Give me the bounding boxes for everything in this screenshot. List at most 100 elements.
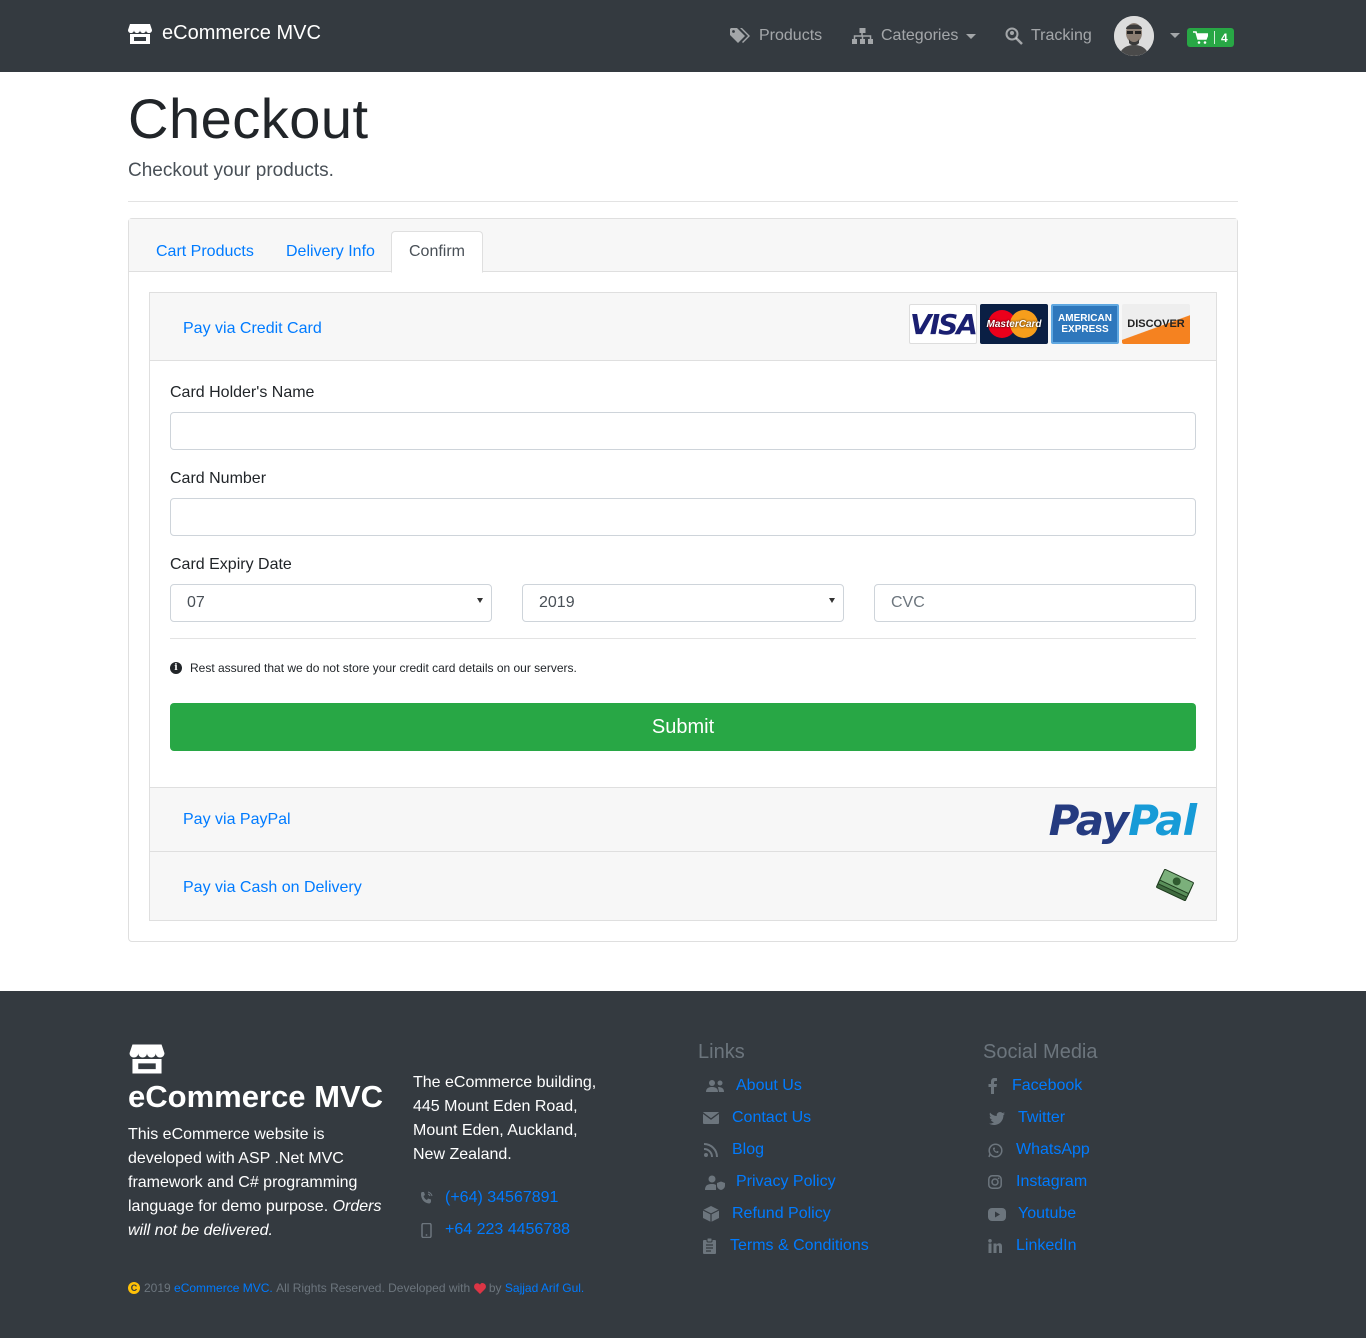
- footer-link-label: Terms & Conditions: [730, 1237, 869, 1254]
- tab-cart-products[interactable]: Cart Products: [139, 231, 271, 272]
- address-line: The eCommerce building,: [413, 1074, 597, 1091]
- chevron-down-icon: [829, 598, 835, 603]
- pay-cod-link[interactable]: Pay via Cash on Delivery: [183, 879, 362, 897]
- discover-text: DISCOVER: [1127, 318, 1185, 330]
- footer-mobile-link[interactable]: +64 223 4456788: [420, 1221, 570, 1239]
- nav-tracking-label: Tracking: [1031, 27, 1092, 44]
- cart-icon: [1193, 31, 1208, 44]
- footer-link-label: Refund Policy: [732, 1205, 831, 1222]
- paypal-logo-icon: PayPal: [1049, 796, 1197, 845]
- navbar: eCommerce MVC Products Categories Tracki…: [0, 0, 1366, 72]
- avatar-dropdown-icon[interactable]: [1170, 33, 1180, 38]
- copyright-text: All Rights Reserved. Developed with: [276, 1281, 471, 1295]
- brand-link[interactable]: eCommerce MVC: [128, 22, 321, 45]
- pay-paypal-link[interactable]: Pay via PayPal: [183, 811, 291, 829]
- expiry-date-label: Card Expiry Date: [170, 556, 292, 573]
- instagram-icon: [988, 1175, 1002, 1189]
- money-icon: [1156, 869, 1194, 901]
- box-icon: [703, 1206, 719, 1222]
- mastercard-logo-icon: MasterCard: [980, 304, 1048, 344]
- social-label: Twitter: [1018, 1109, 1066, 1126]
- footer-link-label: About Us: [736, 1077, 802, 1094]
- copyright-brand-link[interactable]: eCommerce MVC.: [174, 1281, 273, 1295]
- cvc-placeholder: CVC: [891, 594, 925, 611]
- nav-tracking[interactable]: Tracking: [1005, 24, 1092, 48]
- linkedin-icon: [988, 1239, 1002, 1253]
- copyright-year: 2019: [144, 1281, 171, 1295]
- holder-name-input[interactable]: [170, 412, 1196, 450]
- nav-categories[interactable]: Categories: [852, 24, 977, 48]
- expiry-year-select[interactable]: 2019: [522, 584, 844, 622]
- footer-link-refund[interactable]: Refund Policy: [700, 1205, 831, 1223]
- sitemap-icon: [852, 28, 873, 44]
- visa-text: VISA: [910, 307, 978, 341]
- rss-icon: [704, 1143, 718, 1157]
- cart-count: 4: [1221, 30, 1228, 45]
- search-location-icon: [1005, 27, 1023, 45]
- page-subtitle: Checkout your products.: [128, 160, 334, 181]
- expiry-month-select[interactable]: 07: [170, 584, 492, 622]
- security-note: i Rest assured that we do not store your…: [170, 661, 577, 675]
- payment-accordion: Pay via Credit Card VISA MasterCard AMER…: [149, 292, 1217, 921]
- copyright-by: by: [488, 1281, 502, 1295]
- page-title: Checkout: [128, 87, 369, 150]
- social-instagram[interactable]: Instagram: [984, 1173, 1087, 1191]
- address-line: New Zealand.: [413, 1146, 512, 1163]
- paypal-logo-pal: Pal: [1128, 796, 1197, 845]
- cart-button[interactable]: 4: [1187, 28, 1234, 47]
- footer: eCommerce MVC This eCommerce website is …: [0, 991, 1366, 1338]
- footer-desc-text: This eCommerce website is developed with…: [128, 1126, 358, 1215]
- footer-link-label: Privacy Policy: [736, 1173, 836, 1190]
- social-facebook[interactable]: Facebook: [982, 1077, 1082, 1095]
- clipboard-icon: [702, 1238, 716, 1254]
- expiry-year-value: 2019: [539, 594, 575, 611]
- social-linkedin[interactable]: LinkedIn: [984, 1237, 1077, 1255]
- address-line: Mount Eden, Auckland,: [413, 1122, 578, 1139]
- chevron-down-icon: [966, 33, 977, 39]
- user-photo-icon: [1114, 16, 1154, 56]
- footer-link-label: Contact Us: [732, 1109, 812, 1126]
- credit-card-panel-header[interactable]: Pay via Credit Card VISA MasterCard AMER…: [150, 293, 1216, 361]
- card-number-input[interactable]: [170, 498, 1196, 536]
- social-youtube[interactable]: Youtube: [986, 1205, 1076, 1223]
- whatsapp-icon: [987, 1142, 1003, 1158]
- nav-categories-label: Categories: [881, 27, 959, 44]
- header-divider: [128, 201, 1238, 202]
- tab-confirm[interactable]: Confirm: [391, 231, 484, 273]
- cod-panel-header[interactable]: Pay via Cash on Delivery: [150, 852, 1216, 920]
- social-heading: Social Media: [983, 1041, 1098, 1063]
- footer-phone-link[interactable]: (+64) 34567891: [420, 1189, 558, 1207]
- social-whatsapp[interactable]: WhatsApp: [984, 1141, 1090, 1159]
- paypal-panel-header[interactable]: Pay via PayPal PayPal: [150, 787, 1216, 852]
- nav-products[interactable]: Products: [730, 24, 822, 48]
- chevron-down-icon: [477, 598, 483, 603]
- footer-link-label: Blog: [732, 1141, 765, 1158]
- social-label: Youtube: [1018, 1205, 1077, 1222]
- footer-description: This eCommerce website is developed with…: [128, 1123, 388, 1243]
- checkout-card: Cart Products Delivery Info Confirm Pay …: [128, 218, 1238, 942]
- expiry-month-value: 07: [187, 594, 205, 611]
- footer-link-terms[interactable]: Terms & Conditions: [698, 1237, 869, 1255]
- store-icon: [128, 23, 152, 44]
- footer-link-privacy[interactable]: Privacy Policy: [704, 1173, 836, 1191]
- security-note-text: Rest assured that we do not store your c…: [190, 661, 577, 675]
- credit-card-form: Card Holder's Name Card Number Card Expi…: [150, 361, 1216, 787]
- avatar[interactable]: [1114, 16, 1154, 56]
- tab-delivery-info[interactable]: Delivery Info: [269, 231, 392, 272]
- card-number-label: Card Number: [170, 470, 267, 487]
- social-label: Instagram: [1016, 1173, 1088, 1190]
- pay-credit-card-link[interactable]: Pay via Credit Card: [183, 320, 322, 338]
- user-shield-icon: [705, 1175, 725, 1190]
- links-heading: Links: [698, 1041, 745, 1063]
- footer-link-blog[interactable]: Blog: [700, 1141, 764, 1159]
- footer-phone: (+64) 34567891: [445, 1189, 559, 1206]
- footer-link-contact[interactable]: Contact Us: [700, 1109, 811, 1127]
- footer-link-about[interactable]: About Us: [704, 1077, 802, 1095]
- copyright-author-link[interactable]: Sajjad Arif Gul.: [505, 1281, 584, 1295]
- submit-button[interactable]: Submit: [170, 703, 1196, 751]
- envelope-icon: [703, 1112, 719, 1124]
- cvc-input[interactable]: CVC: [874, 584, 1196, 622]
- amex-logo-icon: AMERICAN EXPRESS: [1051, 304, 1119, 344]
- discover-logo-icon: DISCOVER: [1122, 304, 1190, 344]
- social-twitter[interactable]: Twitter: [986, 1109, 1065, 1127]
